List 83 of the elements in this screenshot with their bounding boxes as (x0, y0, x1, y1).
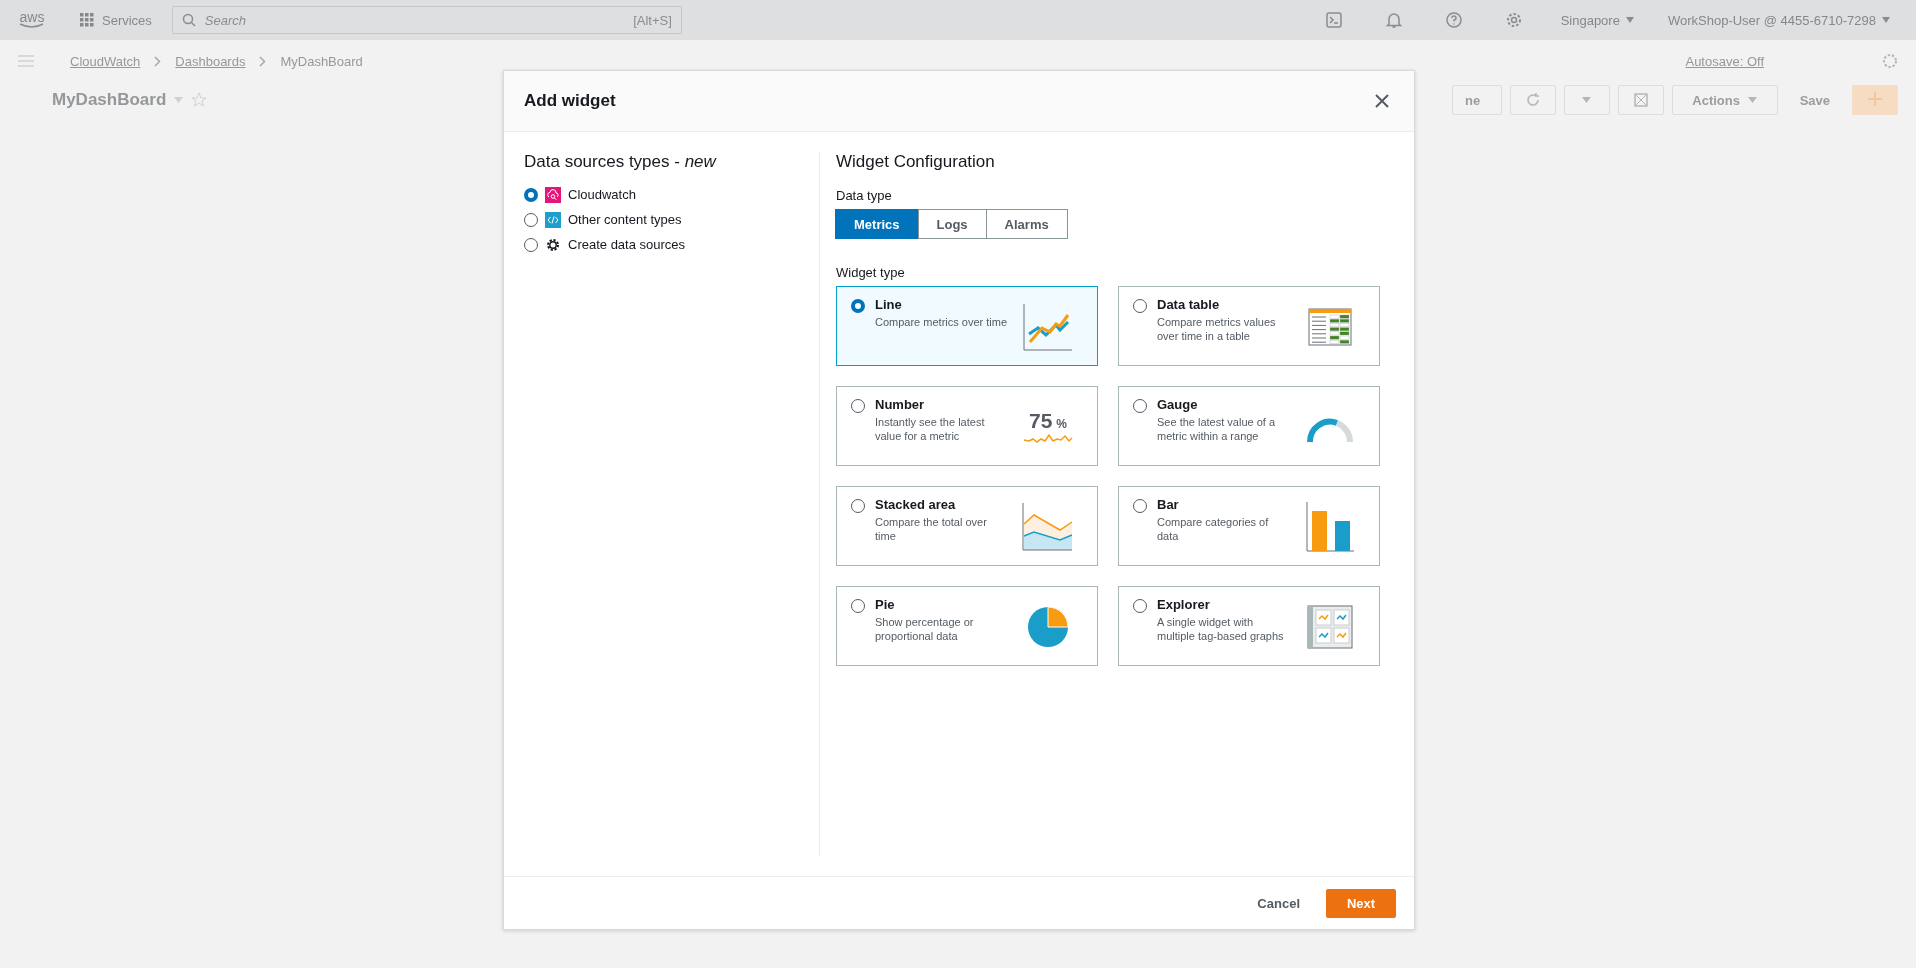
breadcrumb-link[interactable]: CloudWatch (70, 53, 141, 69)
dashboard-title: MyDashBoard (52, 90, 167, 110)
card-title: Pie (875, 597, 896, 612)
shortcut-hint: [Alt+S] (633, 13, 672, 28)
option-label: Cloudwatch (568, 187, 636, 202)
radio-button[interactable] (1133, 499, 1147, 513)
caret-icon (1582, 97, 1592, 103)
section-heading: Widget Configuration (836, 152, 996, 172)
cancel-button[interactable]: Cancel (1241, 889, 1316, 917)
current-page-name: MyDashBoard (280, 53, 363, 69)
card-title: Gauge (1157, 397, 1199, 412)
segment-button[interactable]: Metrics (835, 209, 919, 239)
widget-type-card[interactable]: Gauge See the latest value of a metric within a range (1118, 386, 1380, 466)
radio-button[interactable] (524, 237, 538, 252)
radio-button[interactable] (1133, 599, 1147, 613)
caret-icon (1882, 17, 1890, 23)
field-label: Data type (836, 188, 893, 203)
section-heading: Data sources types - new (524, 152, 718, 172)
card-description: Compare metrics over time (875, 315, 1009, 329)
widget-type-card[interactable]: Pie Show percentage or proportional data (836, 586, 1098, 666)
field-label: Widget type (836, 265, 906, 280)
search-icon (181, 13, 196, 27)
segment-button[interactable]: Alarms (985, 209, 1068, 239)
card-description: See the latest value of a metric within a range (1157, 415, 1277, 443)
chevron-icon (259, 55, 267, 67)
card-description: A single widget with multiple tag-based graphs (1157, 615, 1285, 643)
fullscreen-icon (1633, 93, 1648, 107)
option-label: Other content types (568, 212, 682, 227)
segment-button[interactable]: Logs (917, 209, 987, 239)
line-chart-icon (1022, 302, 1074, 352)
widget-type-card[interactable]: Line Compare metrics over time (836, 286, 1098, 366)
card-description: Show percentage or proportional data (875, 615, 975, 643)
caret-icon (1625, 17, 1634, 23)
settings-icon (545, 236, 561, 253)
option-label: Create data sources (568, 237, 686, 252)
area-chart-icon (1022, 502, 1074, 552)
card-description: Compare categories of data (1157, 515, 1270, 543)
card-description: Compare metrics values over time in a table (1157, 315, 1277, 343)
pie-chart-icon (1027, 606, 1069, 648)
widget-type-card[interactable]: Stacked area Compare the total over time (836, 486, 1098, 566)
plus-icon (1868, 91, 1882, 106)
radio-button[interactable] (1133, 299, 1147, 313)
chevron-icon (154, 55, 162, 67)
widget-type-card[interactable]: Data table Compare metrics values over time in a table (1118, 286, 1380, 366)
dialog-title: Add widget (524, 91, 616, 111)
radio-button[interactable] (851, 399, 865, 413)
refresh-icon (1524, 92, 1541, 108)
radio-button[interactable] (851, 299, 865, 313)
close-icon (1375, 94, 1389, 108)
radio-button[interactable] (851, 599, 865, 613)
card-title: Data table (1157, 297, 1221, 312)
radio-button[interactable] (524, 187, 538, 202)
radio-button[interactable] (851, 499, 865, 513)
radio-button[interactable] (1133, 399, 1147, 413)
table-icon (1308, 308, 1352, 346)
radio-button[interactable] (524, 212, 538, 227)
grid-icon (80, 13, 94, 27)
sparkline-icon (1023, 433, 1073, 445)
region-menu[interactable]: Singapore (1550, 12, 1644, 28)
card-title: Number (875, 397, 926, 412)
number-unit: % (1056, 417, 1067, 431)
card-title: Bar (1157, 497, 1180, 512)
card-title: Explorer (1157, 597, 1211, 612)
card-description: Instantly see the latest value for a metric (875, 415, 986, 443)
breadcrumb-link[interactable]: Dashboards (175, 53, 246, 69)
aws-logo[interactable]: aws (16, 11, 48, 29)
cloud-icon (545, 186, 561, 203)
card-title: Stacked area (875, 497, 957, 512)
widget-type-card[interactable]: Number Instantly see the latest value for a metric 75 % (836, 386, 1098, 466)
widget-type-card[interactable]: Explorer A single widget with multiple tag-based graphs (1118, 586, 1380, 666)
widget-type-card[interactable]: Bar Compare categories of data (1118, 486, 1380, 566)
star-icon[interactable] (191, 92, 208, 108)
number-value: 75 (1029, 409, 1053, 433)
account-menu[interactable]: WorkShop-User @ 4455-6710-7298 (1657, 12, 1900, 28)
autosave-link[interactable]: Autosave: Off (1685, 53, 1764, 69)
dashboard-grid-icon (1307, 605, 1353, 649)
card-description: Compare the total over time (875, 515, 988, 543)
caret-icon (1747, 97, 1757, 103)
card-title: Line (875, 297, 903, 312)
bar-chart-icon (1305, 501, 1355, 553)
services-menu[interactable]: Services (80, 12, 152, 28)
next-button[interactable]: Next (1326, 888, 1396, 918)
code-icon (545, 211, 561, 228)
